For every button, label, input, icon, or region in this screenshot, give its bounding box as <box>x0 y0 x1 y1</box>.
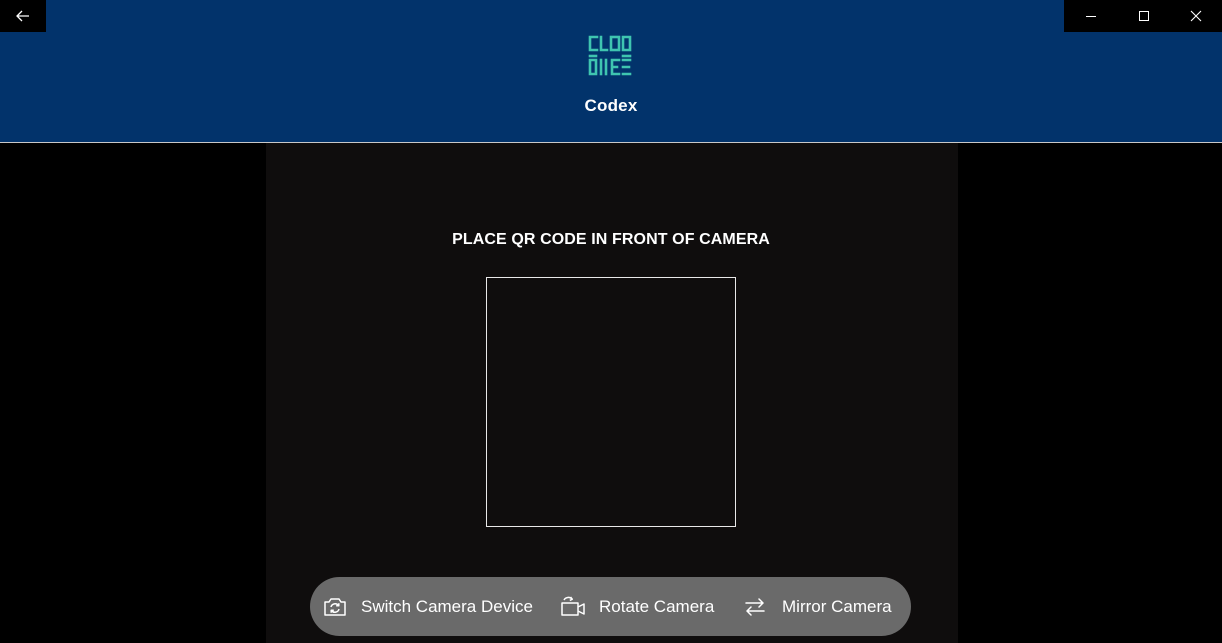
rotate-camera-label: Rotate Camera <box>599 596 715 616</box>
codex-logo-icon <box>588 35 632 76</box>
mirror-camera-label: Mirror Camera <box>782 596 892 616</box>
switch-camera-label: Switch Camera Device <box>361 596 533 616</box>
mirror-arrows-icon <box>745 597 765 616</box>
minimize-icon <box>1085 16 1096 17</box>
window-controls <box>1064 0 1222 32</box>
rotate-camera-icon <box>561 596 585 616</box>
app-title: Codex <box>584 96 638 115</box>
rotate-camera-button[interactable]: Rotate Camera <box>560 577 742 636</box>
scan-instruction: PLACE QR CODE IN FRONT OF CAMERA <box>452 231 770 248</box>
qr-scan-frame <box>486 277 736 527</box>
back-arrow-icon <box>16 10 29 22</box>
close-button[interactable] <box>1170 0 1222 32</box>
back-button[interactable] <box>0 0 46 32</box>
mirror-camera-button[interactable]: Mirror Camera <box>742 577 892 636</box>
camera-toolbar: Switch Camera Device Rotate Camera Mirro… <box>310 577 911 636</box>
switch-camera-button[interactable]: Switch Camera Device <box>322 577 554 636</box>
close-icon <box>1190 10 1202 22</box>
switch-camera-icon <box>324 597 346 616</box>
maximize-icon <box>1138 11 1149 21</box>
minimize-button[interactable] <box>1064 0 1117 32</box>
maximize-button[interactable] <box>1117 0 1170 32</box>
